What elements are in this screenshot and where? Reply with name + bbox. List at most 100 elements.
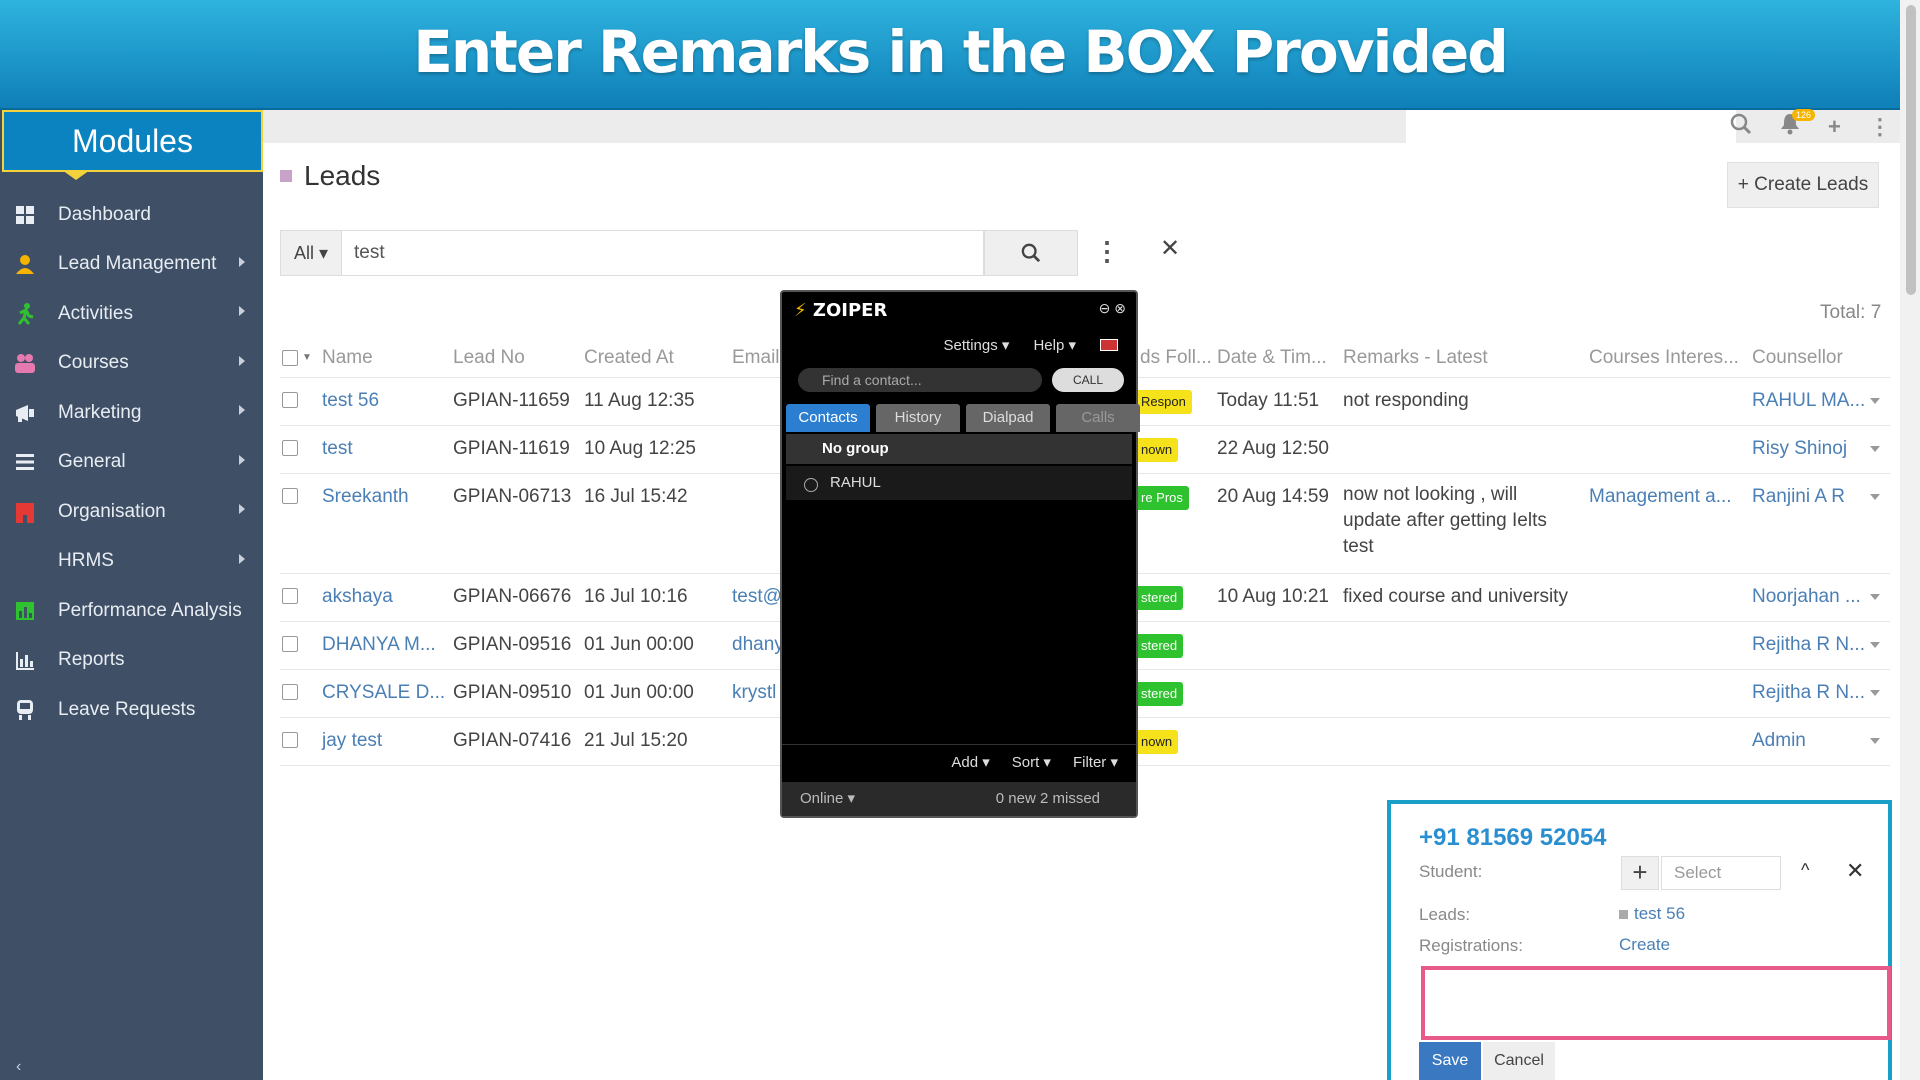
instruction-banner: Enter Remarks in the BOX Provided [0,0,1920,110]
contact-group[interactable]: No group [786,434,1132,464]
email[interactable]: krystl [732,682,776,704]
lead-no: GPIAN-09510 [453,682,572,703]
sidebar-item-marketing[interactable]: Marketing [0,388,263,438]
close-icon[interactable]: ⊗ [1114,300,1126,316]
minimize-icon[interactable]: ⊖ [1099,300,1111,316]
settings-menu[interactable]: Settings ▾ [944,336,1010,354]
sidebar-item-activities[interactable]: Activities [0,289,263,339]
tab-history[interactable]: History [876,404,960,432]
more-options-icon[interactable]: ⋮ [1094,236,1120,266]
counsellor[interactable]: Ranjini A R [1752,486,1845,508]
lead-name[interactable]: test [322,438,353,460]
header-date-time[interactable]: Date & Tim... [1217,338,1327,378]
find-contact-input[interactable]: Find a contact... [798,368,1042,392]
clear-search-icon[interactable]: ✕ [1160,234,1180,263]
collapse-sidebar-icon[interactable]: ‹ [16,1058,21,1076]
add-menu[interactable]: Add ▾ [951,745,989,780]
flag-icon[interactable] [1100,339,1118,351]
row-dropdown-icon[interactable] [1870,690,1880,696]
row-dropdown-icon[interactable] [1870,494,1880,500]
filter-dropdown[interactable]: All ▾ [280,230,342,276]
sidebar-item-leave-requests[interactable]: Leave Requests [0,685,263,735]
sidebar-item-performance-analysis[interactable]: Performance Analysis [0,586,263,636]
course-interested[interactable]: Management a... [1589,486,1732,508]
lead-name[interactable]: Sreekanth [322,486,409,508]
add-student-button[interactable]: + [1621,856,1659,890]
contact-item[interactable]: RAHUL [786,466,1132,500]
create-registration-link[interactable]: Create [1619,935,1670,955]
create-leads-button[interactable]: + Create Leads [1727,162,1879,208]
row-checkbox[interactable] [282,636,298,652]
row-checkbox[interactable] [282,392,298,408]
counsellor[interactable]: Risy Shinoj [1752,438,1847,460]
lead-name[interactable]: DHANYA M... [322,634,436,656]
search-icon[interactable] [1730,113,1752,141]
row-checkbox[interactable] [282,588,298,604]
lead-name[interactable]: CRYSALE D... [322,682,445,704]
filter-menu[interactable]: Filter ▾ [1073,745,1118,780]
sidebar-item-general[interactable]: General [0,438,263,488]
sidebar-item-organisation[interactable]: Organisation [0,487,263,537]
counsellor[interactable]: Rejitha R N... [1752,682,1865,704]
lead-no: GPIAN-06676 [453,586,572,607]
student-select[interactable]: Select [1661,856,1781,890]
online-status-dropdown[interactable]: Online ▾ [800,790,855,807]
help-menu[interactable]: Help ▾ [1033,336,1076,354]
sidebar-item-reports[interactable]: Reports [0,636,263,686]
save-button[interactable]: Save [1419,1042,1481,1080]
leave-icon [14,699,36,721]
header-remarks[interactable]: Remarks - Latest [1343,338,1488,378]
select-all-checkbox[interactable] [282,350,298,366]
counsellor[interactable]: Admin [1752,730,1806,752]
header-status[interactable]: ds Foll... [1140,338,1212,378]
sidebar-nav: Dashboard Lead Management Activities Cou… [0,190,263,735]
header-counsellor[interactable]: Counsellor [1752,338,1843,378]
tab-calls[interactable]: Calls [1056,404,1140,432]
row-checkbox[interactable] [282,440,298,456]
more-options-icon[interactable]: ⋮ [1869,114,1891,140]
header-name[interactable]: Name [322,338,373,378]
row-dropdown-icon[interactable] [1870,642,1880,648]
leads-search-input[interactable] [342,230,984,276]
cancel-button[interactable]: Cancel [1483,1042,1555,1080]
email[interactable]: test@ [732,586,782,608]
lead-link[interactable]: test 56 [1619,904,1685,924]
remarks-textarea[interactable] [1421,966,1891,1040]
counsellor[interactable]: Noorjahan ... [1752,586,1861,608]
page-scrollbar[interactable] [1900,0,1920,1080]
tab-contacts[interactable]: Contacts [786,404,870,432]
row-checkbox[interactable] [282,488,298,504]
row-checkbox[interactable] [282,732,298,748]
row-dropdown-icon[interactable] [1870,738,1880,744]
counsellor[interactable]: RAHUL MA... [1752,390,1865,412]
sidebar-item-lead-management[interactable]: Lead Management [0,240,263,290]
email[interactable]: dhany [732,634,784,656]
chevron-up-icon[interactable]: ^ [1801,860,1809,881]
lead-name[interactable]: test 56 [322,390,379,412]
plus-icon[interactable]: + [1828,114,1841,140]
counsellor[interactable]: Rejitha R N... [1752,634,1865,656]
call-button[interactable]: CALL [1052,368,1124,392]
sort-menu[interactable]: Sort ▾ [1012,745,1051,780]
header-lead-no[interactable]: Lead No [453,338,525,378]
select-all-dropdown-icon[interactable]: ▼ [302,338,312,378]
close-icon[interactable]: ✕ [1846,858,1864,884]
phone-number[interactable]: +91 81569 52054 [1419,824,1607,852]
tab-dialpad[interactable]: Dialpad [966,404,1050,432]
sidebar-item-hrms[interactable]: HRMS [0,537,263,587]
header-courses[interactable]: Courses Interes... [1589,338,1739,378]
header-created-at[interactable]: Created At [584,338,674,378]
sidebar-item-courses[interactable]: Courses [0,339,263,389]
lead-name[interactable]: akshaya [322,586,393,608]
scrollbar-thumb[interactable] [1906,5,1916,295]
global-search-field[interactable] [1406,110,1736,143]
sidebar-item-dashboard[interactable]: Dashboard [0,190,263,240]
row-dropdown-icon[interactable] [1870,594,1880,600]
zoiper-window[interactable]: ⚡ ZOIPER ⊖ ⊗ Settings ▾ Help ▾ Find a co… [780,290,1140,818]
row-dropdown-icon[interactable] [1870,446,1880,452]
lead-name[interactable]: jay test [322,730,382,752]
search-button[interactable] [984,230,1078,276]
header-email[interactable]: Email [732,338,780,378]
row-dropdown-icon[interactable] [1870,398,1880,404]
row-checkbox[interactable] [282,684,298,700]
